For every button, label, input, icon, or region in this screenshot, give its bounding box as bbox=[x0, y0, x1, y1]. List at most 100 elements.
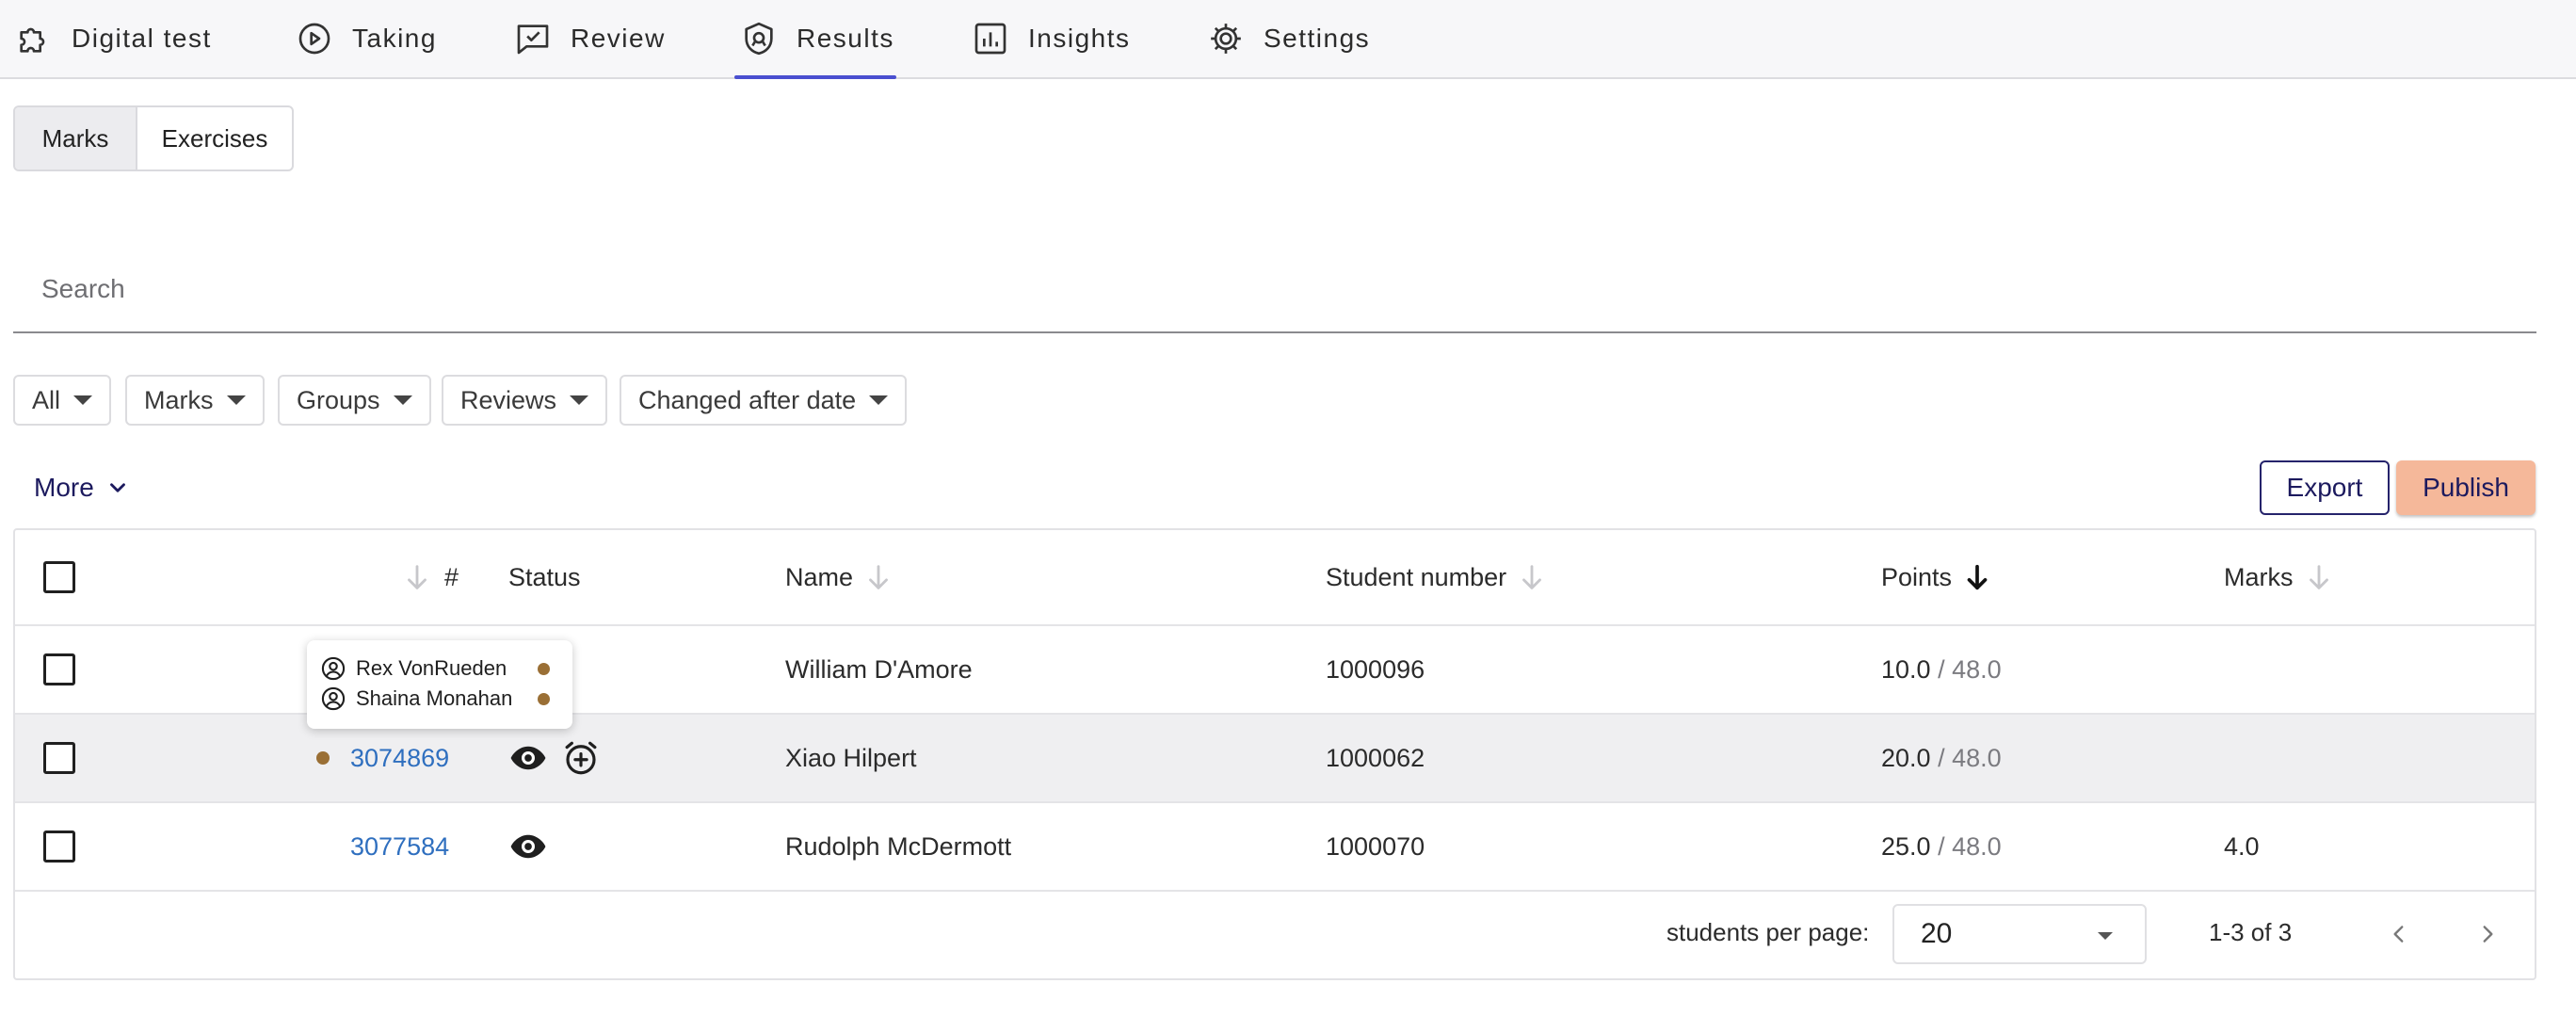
status-dot bbox=[538, 692, 550, 705]
chevron-left-icon bbox=[2393, 926, 2404, 943]
filter-label: All bbox=[32, 385, 61, 414]
caret-down-icon bbox=[73, 395, 93, 405]
next-page-button[interactable] bbox=[2467, 911, 2508, 957]
view-toggle: Marks Exercises bbox=[13, 105, 294, 171]
row-name: Rudolph McDermott bbox=[785, 831, 1012, 861]
filter-label: Reviews bbox=[460, 385, 557, 414]
filter-label: Marks bbox=[144, 385, 214, 414]
row-points: 25.0 / 48.0 bbox=[1881, 803, 2002, 890]
row-points: 10.0 / 48.0 bbox=[1881, 626, 2002, 713]
tab-exercises[interactable]: Exercises bbox=[137, 107, 292, 169]
filter-marks[interactable]: Marks bbox=[125, 375, 265, 426]
select-all-cell bbox=[43, 530, 75, 624]
per-page-value: 20 bbox=[1921, 918, 1953, 949]
nav-item-results[interactable]: Results bbox=[734, 0, 896, 79]
row-select-cell bbox=[43, 803, 75, 890]
points-value: 25.0 bbox=[1881, 831, 1931, 861]
nav-item-review[interactable]: Review bbox=[514, 0, 666, 77]
caret-down-icon bbox=[2098, 932, 2113, 940]
filter-changed-after-date[interactable]: Changed after date bbox=[620, 375, 908, 426]
column-header-student-number[interactable]: Student number bbox=[1326, 530, 1548, 624]
points-total: / 48.0 bbox=[1930, 743, 2002, 772]
filter-label: Changed after date bbox=[638, 385, 857, 414]
row-checkbox[interactable] bbox=[43, 742, 75, 774]
reviewer-item: Shaina Monahan bbox=[320, 684, 559, 714]
status-dot bbox=[538, 662, 550, 675]
sort-arrow-icon[interactable] bbox=[2303, 561, 2335, 593]
filter-reviews[interactable]: Reviews bbox=[442, 375, 608, 426]
sort-arrow-icon[interactable] bbox=[401, 561, 433, 593]
row-student-number: 1000096 bbox=[1326, 654, 1425, 684]
nav-item-taking[interactable]: Taking bbox=[296, 0, 437, 77]
row-checkbox[interactable] bbox=[43, 653, 75, 685]
eye-icon[interactable] bbox=[508, 827, 548, 866]
row-select-cell bbox=[43, 626, 75, 713]
column-label: Status bbox=[508, 562, 581, 591]
user-circle-icon bbox=[321, 686, 346, 711]
reviewer-item: Rex VonRueden bbox=[320, 653, 559, 684]
more-label: More bbox=[34, 473, 94, 502]
points-value: 10.0 bbox=[1881, 654, 1931, 684]
select-all-checkbox[interactable] bbox=[43, 561, 75, 593]
nav-label: Insights bbox=[1028, 24, 1131, 53]
gear-icon bbox=[1211, 24, 1241, 54]
per-page-label: students per page: bbox=[1666, 917, 1870, 946]
column-label: Name bbox=[785, 562, 854, 591]
nav-label: Review bbox=[571, 24, 666, 53]
nav-item-insights[interactable]: Insights bbox=[972, 0, 1131, 77]
column-header-marks[interactable]: Marks bbox=[2224, 530, 2335, 624]
row-status bbox=[508, 803, 548, 890]
user-circle-icon bbox=[321, 656, 346, 681]
caret-down-icon bbox=[869, 395, 889, 405]
points-total: / 48.0 bbox=[1930, 654, 2002, 684]
play-circle-icon bbox=[298, 23, 330, 55]
column-header-name[interactable]: Name bbox=[785, 530, 894, 624]
publish-button[interactable]: Publish bbox=[2396, 460, 2536, 515]
caret-down-icon bbox=[570, 395, 589, 405]
row-select-cell bbox=[43, 715, 75, 801]
column-header-points[interactable]: Points bbox=[1881, 530, 1993, 624]
alarm-plus-icon[interactable] bbox=[561, 738, 601, 778]
row-student-number: 1000070 bbox=[1326, 831, 1425, 861]
sort-arrow-active-icon[interactable] bbox=[1961, 561, 1993, 593]
search-input[interactable] bbox=[13, 247, 2536, 333]
puzzle-icon bbox=[20, 27, 45, 53]
export-button[interactable]: Export bbox=[2260, 460, 2390, 515]
nav-item-settings[interactable]: Settings bbox=[1207, 0, 1370, 77]
column-label: Marks bbox=[2224, 562, 2294, 591]
points-total: / 48.0 bbox=[1930, 831, 2002, 861]
row-name: Xiao Hilpert bbox=[785, 743, 917, 772]
sort-arrow-icon[interactable] bbox=[1516, 561, 1548, 593]
shield-icon bbox=[745, 22, 773, 56]
status-dot bbox=[316, 751, 330, 765]
row-number-link[interactable]: 3077584 bbox=[350, 803, 449, 890]
row-student-number: 1000062 bbox=[1326, 743, 1425, 772]
nav-label: Results bbox=[797, 24, 894, 53]
more-menu-button[interactable]: More bbox=[34, 469, 130, 507]
top-navigation: Digital test Taking Review Results Insig… bbox=[0, 0, 2576, 79]
row-marks: 4.0 bbox=[2224, 831, 2260, 861]
nav-item-digital-test[interactable]: Digital test bbox=[15, 0, 212, 77]
reviewer-name: Shaina Monahan bbox=[356, 686, 513, 710]
eye-icon[interactable] bbox=[508, 738, 548, 778]
tab-marks[interactable]: Marks bbox=[15, 107, 137, 169]
previous-page-button[interactable] bbox=[2378, 911, 2420, 957]
column-header-number[interactable]: # bbox=[392, 530, 459, 624]
sort-arrow-icon[interactable] bbox=[862, 561, 894, 593]
row-name: William D'Amore bbox=[785, 654, 973, 684]
nav-label: Digital test bbox=[72, 24, 212, 53]
column-label: Points bbox=[1881, 562, 1953, 591]
per-page-select[interactable]: 20 bbox=[1892, 904, 2147, 964]
table-row[interactable]: 3077584 Rudolph McDermott 1000070 25.0 /… bbox=[15, 803, 2535, 892]
filter-all[interactable]: All bbox=[13, 375, 112, 426]
row-checkbox[interactable] bbox=[43, 830, 75, 863]
reviewers-tooltip: Rex VonRueden Shaina Monahan bbox=[307, 640, 572, 729]
caret-down-icon bbox=[393, 395, 412, 405]
nav-label: Taking bbox=[352, 24, 437, 53]
points-value: 20.0 bbox=[1881, 743, 1931, 772]
column-header-status: Status bbox=[508, 530, 581, 624]
filter-groups[interactable]: Groups bbox=[278, 375, 431, 426]
caret-down-icon bbox=[226, 395, 246, 405]
chevron-down-icon bbox=[109, 483, 125, 492]
reviewer-name: Rex VonRueden bbox=[356, 656, 507, 680]
